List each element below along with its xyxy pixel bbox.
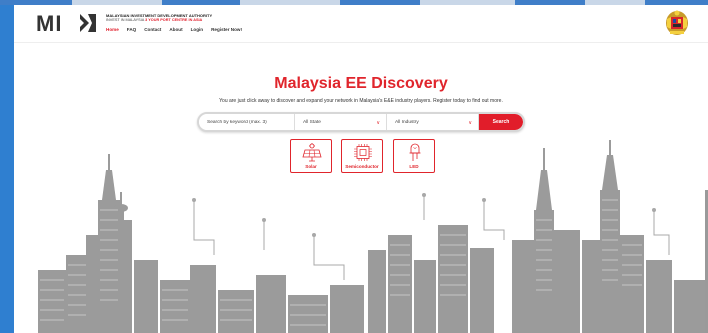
nav-contact[interactable]: Contact (144, 27, 161, 32)
page-subtitle: You are just click away to discover and … (219, 98, 503, 104)
state-select-value: All State (303, 119, 321, 125)
keyword-search-input[interactable] (199, 114, 295, 130)
page: MI MALAYSIAN INVESTMENT DEVELOPMENT AUTH… (0, 0, 708, 333)
state-select[interactable]: All State ∨ (295, 114, 387, 130)
org-tagline: INVEST IN MALAYSIA 3 YOUR PORT CENTRE IN… (106, 18, 203, 22)
nav-register[interactable]: Register Now! (211, 27, 242, 32)
mida-logo-mark-icon (80, 14, 96, 32)
nav-about[interactable]: About (169, 27, 182, 32)
search-bar: All State ∨ All Industry ∨ Search (197, 112, 525, 132)
search-button[interactable]: Search (479, 114, 523, 130)
main-nav: Home FAQ Contact About Login Register No… (106, 27, 242, 32)
nav-login[interactable]: Login (191, 27, 204, 32)
nav-faq[interactable]: FAQ (127, 27, 136, 32)
page-title: Malaysia EE Discovery (274, 75, 448, 92)
industry-select-value: All Industry (395, 119, 419, 125)
malaysia-crest-icon (666, 10, 688, 35)
nav-home[interactable]: Home (106, 27, 119, 32)
city-skyline-illustration (38, 140, 708, 333)
site-header: MI MALAYSIAN INVESTMENT DEVELOPMENT AUTH… (14, 5, 708, 43)
chevron-down-icon: ∨ (376, 120, 380, 126)
industry-select[interactable]: All Industry ∨ (387, 114, 479, 130)
chevron-down-icon: ∨ (468, 120, 472, 126)
mida-logo[interactable]: MI (36, 11, 62, 37)
left-window-edge (0, 5, 14, 333)
